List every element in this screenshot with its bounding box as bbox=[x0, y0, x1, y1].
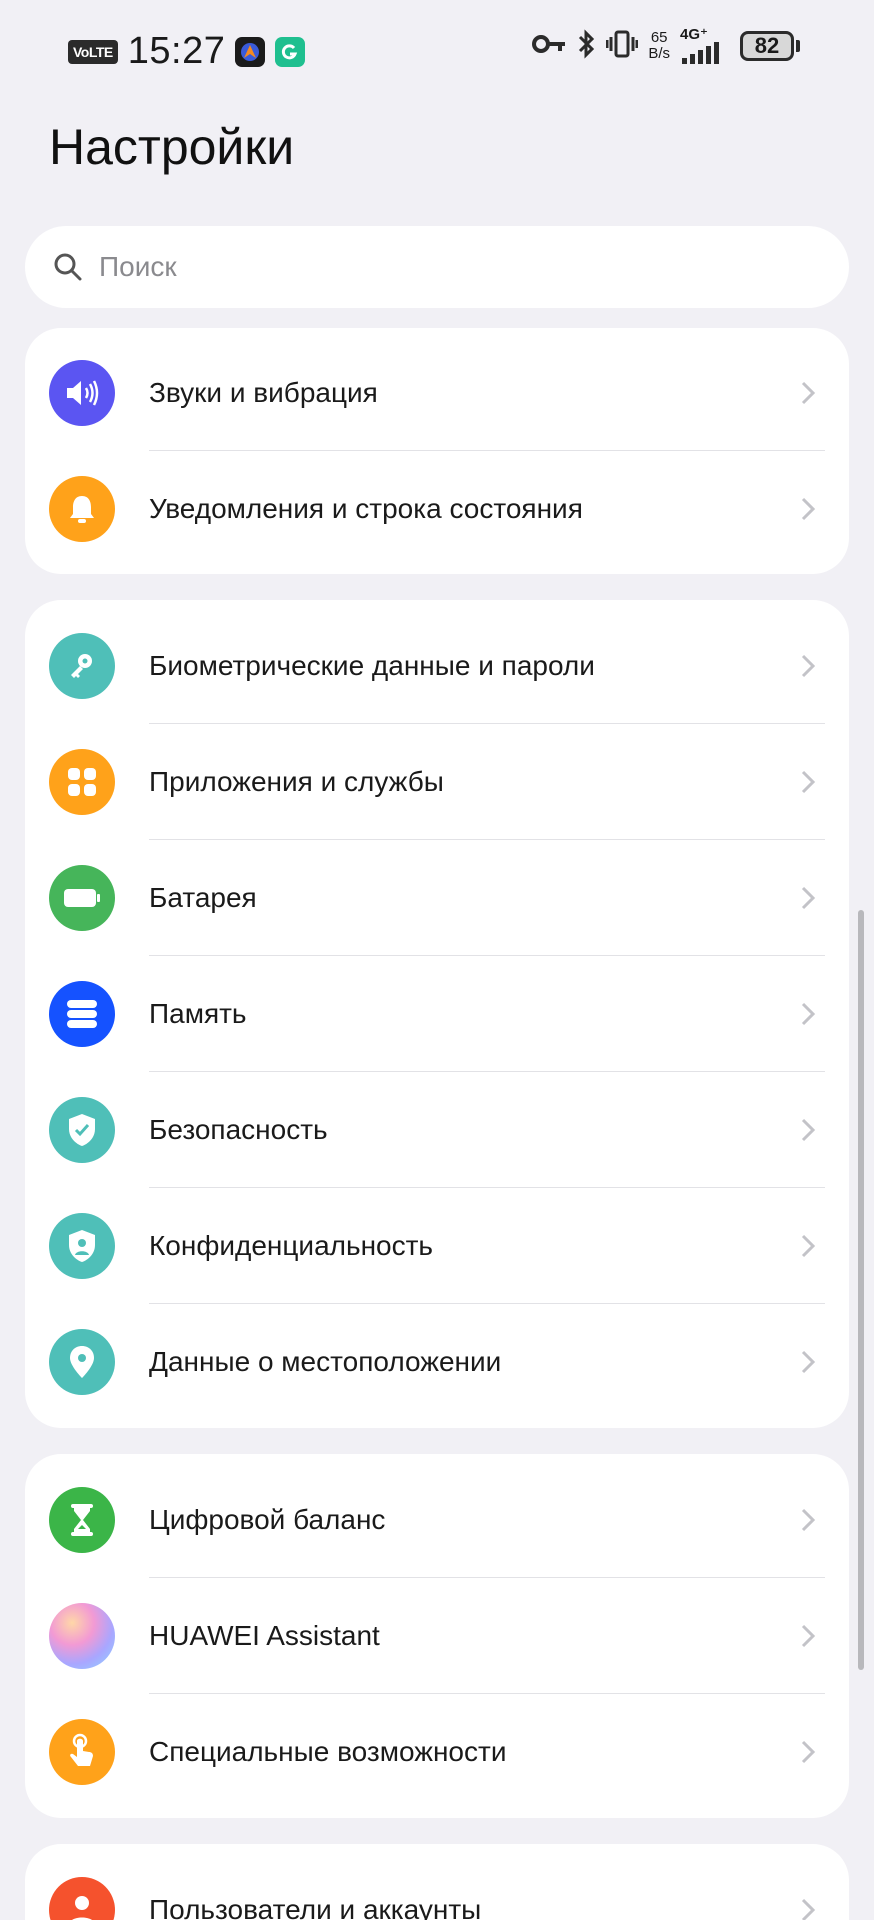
settings-item-label: Биометрические данные и пароли bbox=[149, 650, 595, 681]
battery-indicator: 82 bbox=[740, 31, 800, 61]
settings-item-label: Цифровой баланс bbox=[149, 1504, 386, 1535]
user-icon bbox=[49, 1877, 115, 1920]
settings-item-users-accounts[interactable]: Пользователи и аккаунты bbox=[25, 1852, 849, 1920]
search-bar[interactable]: Поиск bbox=[25, 226, 849, 308]
settings-item-battery[interactable]: Батарея bbox=[25, 840, 849, 956]
chevron-right-icon bbox=[801, 1898, 816, 1920]
privacy-shield-icon bbox=[49, 1213, 115, 1279]
settings-item-label: Приложения и службы bbox=[149, 766, 444, 797]
chevron-right-icon bbox=[801, 381, 816, 405]
notification-app-icon-green bbox=[275, 36, 306, 67]
chevron-right-icon bbox=[801, 886, 816, 910]
settings-item-apps[interactable]: Приложения и службы bbox=[25, 724, 849, 840]
settings-item-label: Уведомления и строка состояния bbox=[149, 493, 583, 524]
settings-group-extras: Цифровой баланс HUAWEI Assistant Специал… bbox=[25, 1454, 849, 1818]
apps-grid-icon bbox=[49, 749, 115, 815]
search-icon bbox=[51, 250, 85, 284]
settings-item-label: Специальные возможности bbox=[149, 1736, 507, 1767]
status-bar: VoLTE 15:27 65 B/s 4G⁺ 82 bbox=[0, 0, 874, 100]
notification-app-icon bbox=[235, 36, 266, 67]
chevron-right-icon bbox=[801, 1350, 816, 1374]
settings-group-sound-notifications: Звуки и вибрация Уведомления и строка со… bbox=[25, 328, 849, 574]
chevron-right-icon bbox=[801, 1234, 816, 1258]
net-speed: 65 B/s bbox=[648, 29, 670, 62]
hourglass-icon bbox=[49, 1487, 115, 1553]
bell-icon bbox=[49, 476, 115, 542]
settings-item-digital-balance[interactable]: Цифровой баланс bbox=[25, 1462, 849, 1578]
settings-item-label: Память bbox=[149, 998, 247, 1029]
chevron-right-icon bbox=[801, 1740, 816, 1764]
settings-item-label: Конфиденциальность bbox=[149, 1230, 434, 1261]
chevron-right-icon bbox=[801, 1002, 816, 1026]
settings-item-notifications[interactable]: Уведомления и строка состояния bbox=[25, 451, 849, 567]
battery-icon bbox=[49, 865, 115, 931]
page-title: Настройки bbox=[49, 119, 295, 175]
settings-item-label: Батарея bbox=[149, 882, 257, 913]
hand-touch-icon bbox=[49, 1719, 115, 1785]
signal-icon: 4G⁺ bbox=[680, 27, 730, 64]
settings-item-biometrics[interactable]: Биометрические данные и пароли bbox=[25, 608, 849, 724]
location-pin-icon bbox=[49, 1329, 115, 1395]
vibrate-icon bbox=[605, 29, 639, 64]
chevron-right-icon bbox=[801, 654, 816, 678]
storage-icon bbox=[49, 981, 115, 1047]
settings-group-accounts: Пользователи и аккаунты bbox=[25, 1844, 849, 1920]
settings-item-storage[interactable]: Память bbox=[25, 956, 849, 1072]
chevron-right-icon bbox=[801, 1624, 816, 1648]
settings-item-huawei-assistant[interactable]: HUAWEI Assistant bbox=[25, 1578, 849, 1694]
chevron-right-icon bbox=[801, 770, 816, 794]
settings-item-label: HUAWEI Assistant bbox=[149, 1620, 380, 1651]
speaker-icon bbox=[49, 360, 115, 426]
status-time: 15:27 bbox=[127, 30, 226, 72]
settings-item-privacy[interactable]: Конфиденциальность bbox=[25, 1188, 849, 1304]
settings-item-label: Безопасность bbox=[149, 1114, 328, 1145]
settings-item-accessibility[interactable]: Специальные возможности bbox=[25, 1694, 849, 1810]
scrollbar[interactable] bbox=[858, 910, 864, 1670]
volte-icon: VoLTE bbox=[68, 39, 118, 64]
settings-item-label: Данные о местоположении bbox=[149, 1346, 502, 1377]
huawei-assistant-icon bbox=[49, 1603, 115, 1669]
chevron-right-icon bbox=[801, 497, 816, 521]
settings-item-label: Пользователи и аккаунты bbox=[149, 1894, 482, 1920]
bluetooth-icon bbox=[576, 28, 596, 64]
settings-item-security[interactable]: Безопасность bbox=[25, 1072, 849, 1188]
chevron-right-icon bbox=[801, 1118, 816, 1142]
settings-group-system: Биометрические данные и пароли Приложени… bbox=[25, 600, 849, 1428]
shield-check-icon bbox=[49, 1097, 115, 1163]
chevron-right-icon bbox=[801, 1508, 816, 1532]
settings-item-sounds[interactable]: Звуки и вибрация bbox=[25, 335, 849, 451]
key-icon bbox=[49, 633, 115, 699]
settings-item-location[interactable]: Данные о местоположении bbox=[25, 1304, 849, 1420]
search-input[interactable]: Поиск bbox=[99, 251, 177, 283]
settings-item-label: Звуки и вибрация bbox=[149, 377, 378, 408]
vpn-key-icon bbox=[532, 34, 566, 59]
